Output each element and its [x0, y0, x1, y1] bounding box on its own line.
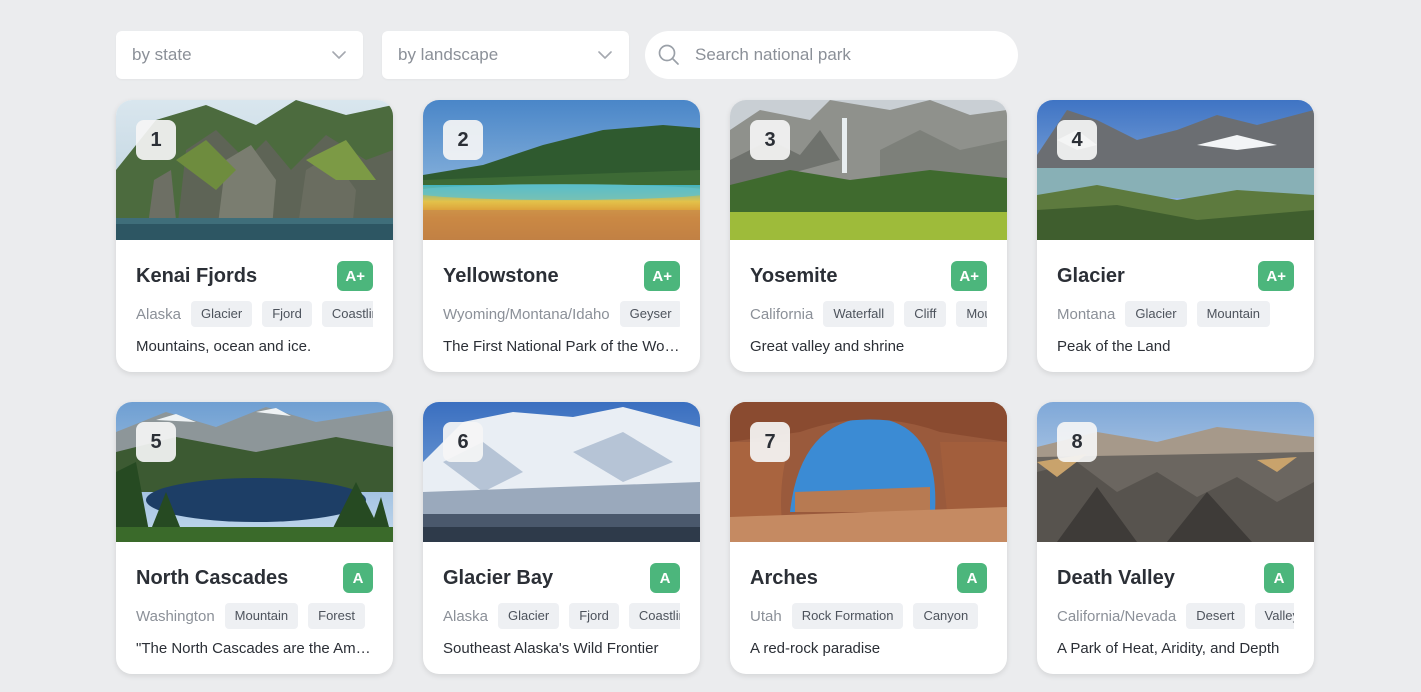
landscape-tag: Canyon	[913, 603, 979, 629]
park-card[interactable]: 4 Glacier A+ Montana Glacier Mountain Pe…	[1037, 100, 1314, 372]
rank-badge: 3	[750, 120, 790, 160]
landscape-tag: Mountain	[956, 301, 987, 327]
park-grid: 1 Kenai Fjords A+ Alaska Glacier Fjord C…	[116, 100, 1314, 674]
landscape-tag: Valley	[1254, 603, 1294, 629]
grade-badge: A+	[1258, 261, 1294, 291]
grade-badge: A	[650, 563, 680, 593]
landscape-tag: Cliff	[904, 301, 947, 327]
rank-badge: 8	[1057, 422, 1097, 462]
search-input[interactable]	[695, 45, 995, 65]
park-card[interactable]: 8 Death Valley A California/Nevada Deser…	[1037, 402, 1314, 674]
park-photo: 3	[730, 100, 1007, 240]
park-photo: 2	[423, 100, 700, 240]
filter-bar: by state by landscape	[116, 31, 1018, 79]
rank-badge: 6	[443, 422, 483, 462]
rank-badge: 2	[443, 120, 483, 160]
park-card[interactable]: 6 Glacier Bay A Alaska Glacier Fjord Coa…	[423, 402, 700, 674]
park-card[interactable]: 7 Arches A Utah Rock Formation Canyon A …	[730, 402, 1007, 674]
landscape-tag: Waterfall	[823, 301, 895, 327]
park-state: California	[750, 305, 814, 323]
landscape-tag: Glacier	[1125, 301, 1187, 327]
park-name: Yellowstone	[443, 264, 559, 287]
park-name: North Cascades	[136, 566, 289, 589]
search-icon	[655, 41, 683, 69]
rank-badge: 4	[1057, 120, 1097, 160]
park-description: A red-rock paradise	[750, 640, 881, 657]
park-description: The First National Park of the World	[443, 338, 680, 355]
park-description: "The North Cascades are the American Alp…	[136, 640, 373, 657]
park-card[interactable]: 2 Yellowstone A+ Wyoming/Montana/Idaho G…	[423, 100, 700, 372]
park-state: Wyoming/Montana/Idaho	[443, 305, 610, 323]
grade-badge: A	[957, 563, 987, 593]
landscape-tag: Desert	[1186, 603, 1245, 629]
park-description: Mountains, ocean and ice.	[136, 338, 312, 355]
park-name: Glacier	[1057, 264, 1125, 287]
landscape-tag: Fjord	[262, 301, 312, 327]
park-card[interactable]: 3 Yosemite A+ California Waterfall Cliff…	[730, 100, 1007, 372]
park-photo: 7	[730, 402, 1007, 542]
landscape-tag: Glacier	[498, 603, 560, 629]
park-state: Alaska	[136, 305, 182, 323]
landscape-tag: Geyser	[619, 301, 680, 327]
park-state: Alaska	[443, 607, 489, 625]
park-photo: 4	[1037, 100, 1314, 240]
park-description: Peak of the Land	[1057, 338, 1171, 355]
park-name: Glacier Bay	[443, 566, 554, 589]
landscape-tag: Forest	[308, 603, 365, 629]
search-box[interactable]	[645, 31, 1018, 79]
park-state: Utah	[750, 607, 782, 625]
landscape-tag: Glacier	[191, 301, 253, 327]
park-card[interactable]: 1 Kenai Fjords A+ Alaska Glacier Fjord C…	[116, 100, 393, 372]
park-photo: 1	[116, 100, 393, 240]
chevron-down-icon	[597, 47, 613, 63]
park-state: Montana	[1057, 305, 1116, 323]
park-description: A Park of Heat, Aridity, and Depth	[1057, 640, 1280, 657]
park-name: Arches	[750, 566, 818, 589]
grade-badge: A	[343, 563, 373, 593]
landscape-tag: Fjord	[569, 603, 619, 629]
park-description: Southeast Alaska's Wild Frontier	[443, 640, 659, 657]
grade-badge: A	[1264, 563, 1294, 593]
landscape-select-value: by landscape	[398, 45, 499, 64]
grade-badge: A+	[951, 261, 987, 291]
park-state: California/Nevada	[1057, 607, 1177, 625]
landscape-tag: Rock Formation	[791, 603, 904, 629]
grade-badge: A+	[644, 261, 680, 291]
rank-badge: 5	[136, 422, 176, 462]
state-select[interactable]: by state	[116, 31, 363, 79]
landscape-tag: Coastline	[321, 301, 373, 327]
park-photo: 8	[1037, 402, 1314, 542]
rank-badge: 7	[750, 422, 790, 462]
rank-badge: 1	[136, 120, 176, 160]
landscape-tag: Mountain	[224, 603, 299, 629]
park-photo: 6	[423, 402, 700, 542]
landscape-tag: Mountain	[1196, 301, 1271, 327]
park-description: Great valley and shrine	[750, 338, 905, 355]
state-select-value: by state	[132, 45, 192, 64]
landscape-select[interactable]: by landscape	[382, 31, 629, 79]
park-card[interactable]: 5 North Cascades A Washington Mountain F…	[116, 402, 393, 674]
landscape-tag: Coastline	[628, 603, 680, 629]
park-name: Kenai Fjords	[136, 264, 258, 287]
grade-badge: A+	[337, 261, 373, 291]
park-photo: 5	[116, 402, 393, 542]
park-state: Washington	[136, 607, 215, 625]
park-name: Death Valley	[1057, 566, 1175, 589]
park-name: Yosemite	[750, 264, 838, 287]
chevron-down-icon	[331, 47, 347, 63]
